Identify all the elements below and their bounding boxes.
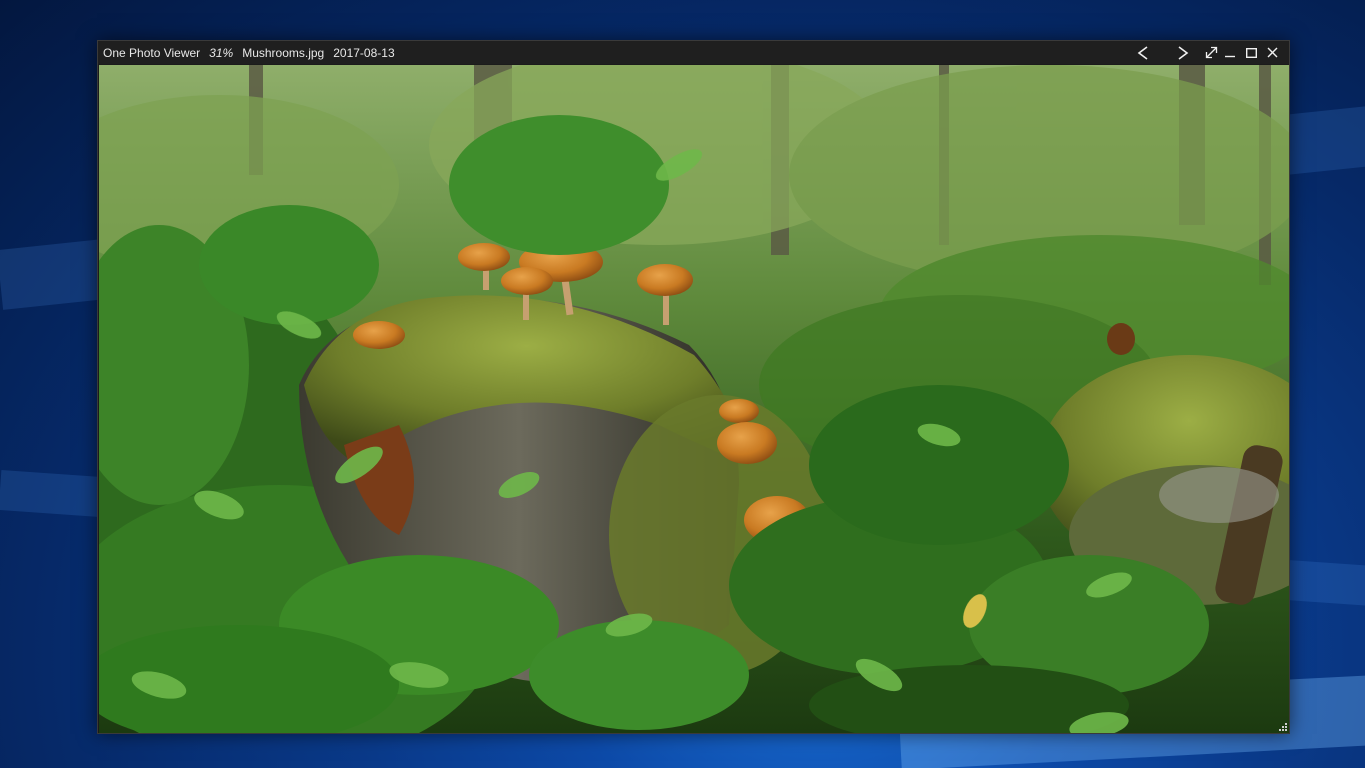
next-icon [1178,45,1189,60]
app-name: One Photo Viewer [103,45,201,60]
close-icon [1267,47,1277,58]
fullscreen-icon [1205,46,1217,59]
file-name: Mushrooms.jpg [242,45,325,60]
next-button[interactable] [1163,41,1203,64]
minimize-icon [1225,55,1235,57]
fullscreen-button[interactable] [1203,41,1219,64]
previous-button[interactable] [1123,41,1163,64]
title-bar[interactable]: One Photo Viewer 31% Mushrooms.jpg 2017-… [98,41,1289,64]
photo-date: 2017-08-13 [333,45,395,60]
zoom-level: 31% [209,45,234,60]
maximize-button[interactable] [1241,41,1261,64]
maximize-icon [1245,47,1257,58]
mushrooms-photo [99,65,1289,733]
desktop-background: One Photo Viewer 31% Mushrooms.jpg 2017-… [0,0,1365,768]
minimize-button[interactable] [1219,41,1241,64]
close-button[interactable] [1261,41,1283,64]
title-info: One Photo Viewer 31% Mushrooms.jpg 2017-… [98,46,395,60]
previous-icon [1137,45,1148,60]
photo-canvas[interactable] [99,65,1289,733]
resize-grip-icon[interactable] [1278,722,1288,732]
photo-viewer-window[interactable]: One Photo Viewer 31% Mushrooms.jpg 2017-… [97,40,1290,734]
window-controls [1123,41,1283,64]
